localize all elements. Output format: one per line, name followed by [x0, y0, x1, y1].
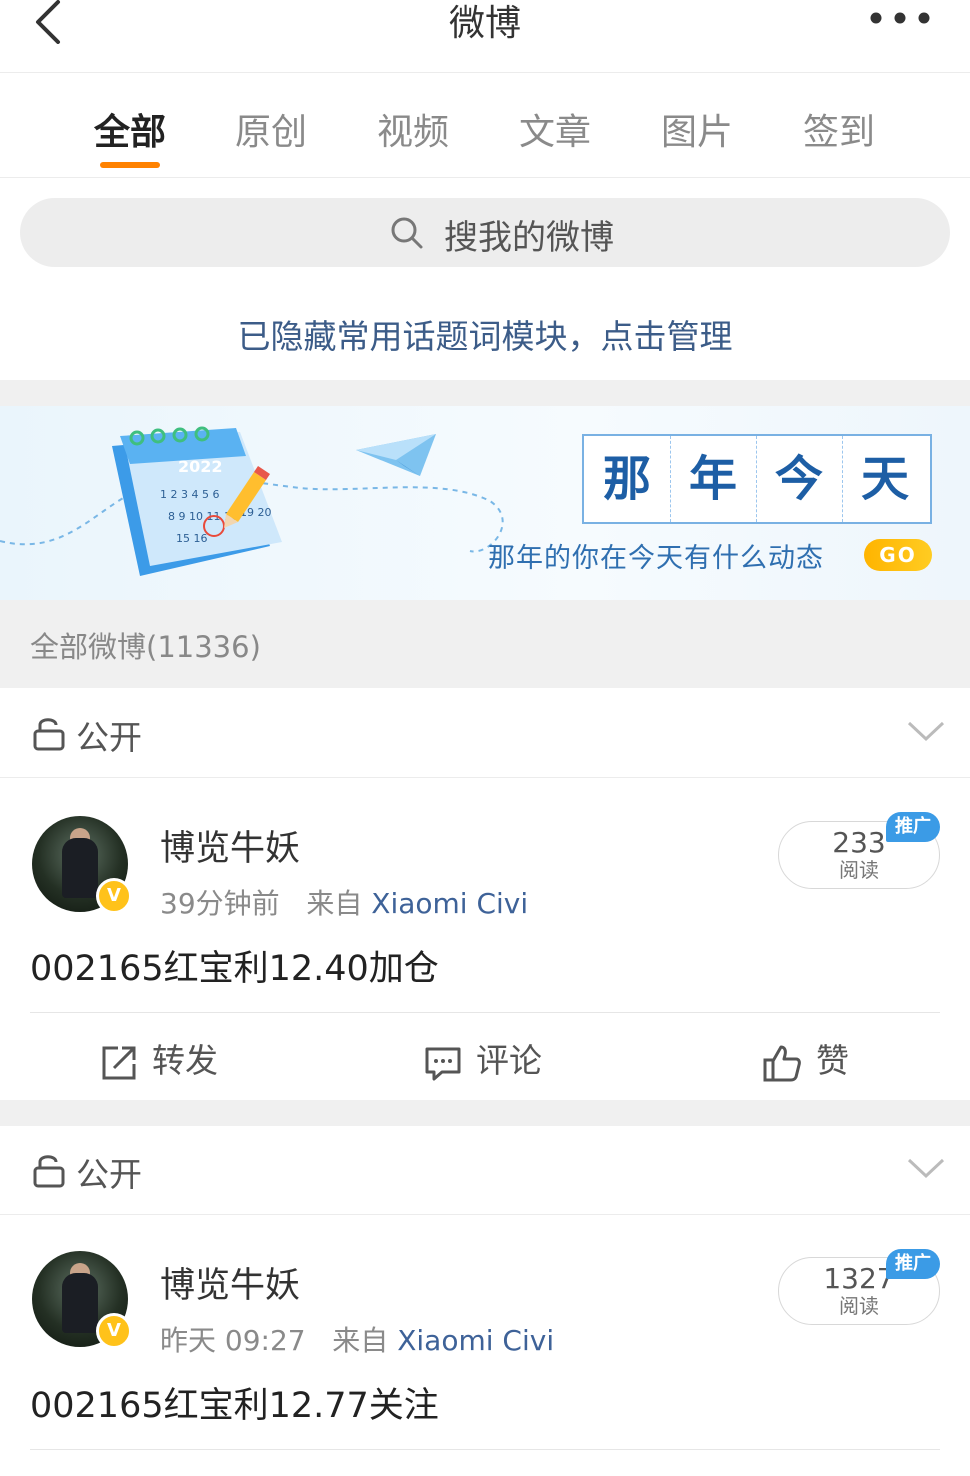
post-card: V 博览牛妖 39分钟前 来自 Xiaomi Civi 233 阅读 推广 00… — [0, 778, 970, 1100]
post-time: 昨天 09:27 — [160, 1324, 306, 1357]
post-text[interactable]: 002165红宝利12.40加仓 — [30, 940, 439, 991]
divider — [30, 1449, 940, 1450]
chevron-down-icon[interactable] — [906, 1156, 946, 1180]
chevron-down-icon[interactable] — [906, 719, 946, 743]
banner-title-char: 今 — [756, 436, 843, 522]
section-divider — [0, 380, 970, 406]
banner-subtitle: 那年的你在今天有什么动态 — [488, 543, 824, 574]
divider — [30, 1012, 940, 1013]
visibility-label: 公开 — [76, 1155, 142, 1194]
go-button[interactable]: GO — [864, 539, 932, 571]
more-icon[interactable] — [868, 10, 932, 26]
verified-badge: V — [96, 1313, 132, 1349]
visibility-row[interactable]: 公开 — [0, 1126, 970, 1215]
paper-plane-icon — [356, 434, 436, 476]
post-text[interactable]: 002165红宝利12.77关注 — [30, 1377, 439, 1428]
calendar-year: 2022 — [178, 457, 223, 476]
repost-label: 转发 — [152, 1041, 218, 1080]
tab-checkin[interactable]: 签到 — [779, 103, 899, 155]
on-this-day-banner[interactable]: 2022 1 2 3 4 5 6 8 9 10 11 12 15 16 19 2… — [0, 406, 970, 600]
active-tab-indicator — [100, 162, 160, 168]
page-title: 微博 — [448, 3, 521, 44]
lock-icon — [33, 718, 65, 751]
topic-module-notice[interactable]: 已隐藏常用话题词模块，点击管理 — [0, 310, 970, 358]
username[interactable]: 博览牛妖 — [160, 820, 300, 871]
svg-text:1 2 3 4 5 6: 1 2 3 4 5 6 — [160, 488, 219, 501]
search-placeholder: 搜我的微博 — [444, 218, 614, 258]
source-prefix: 来自 — [306, 887, 363, 920]
calendar-icon: 2022 1 2 3 4 5 6 8 9 10 11 12 15 16 19 2… — [112, 426, 282, 576]
search-input[interactable]: 搜我的微博 — [20, 198, 950, 267]
repost-icon — [102, 1046, 136, 1079]
banner-title-char: 那 — [584, 436, 671, 522]
source-prefix: 来自 — [332, 1324, 389, 1357]
tab-all[interactable]: 全部 — [70, 103, 190, 155]
tab-article[interactable]: 文章 — [495, 103, 615, 155]
verified-badge: V — [96, 878, 132, 914]
comment-button[interactable]: 评论 — [424, 1034, 542, 1082]
read-label: 阅读 — [839, 1294, 879, 1318]
tab-image[interactable]: 图片 — [637, 103, 757, 155]
post-meta: 昨天 09:27 来自 Xiaomi Civi — [160, 1319, 554, 1359]
like-icon — [763, 1045, 801, 1081]
post-time: 39分钟前 — [160, 887, 280, 920]
post-card: V 博览牛妖 昨天 09:27 来自 Xiaomi Civi 1327 阅读 推… — [0, 1215, 970, 1476]
visibility-label: 公开 — [76, 718, 142, 757]
post-source[interactable]: Xiaomi Civi — [397, 1324, 554, 1357]
repost-button[interactable]: 转发 — [100, 1034, 218, 1082]
post-meta: 39分钟前 来自 Xiaomi Civi — [160, 882, 528, 922]
promote-badge[interactable]: 推广 — [886, 1249, 940, 1279]
tab-original[interactable]: 原创 — [211, 103, 331, 155]
like-button[interactable]: 赞 — [762, 1034, 849, 1083]
weibo-count-label: 全部微博(11336) — [30, 630, 261, 664]
promote-badge[interactable]: 推广 — [886, 812, 940, 842]
weibo-count-bar: 全部微博(11336) — [0, 600, 970, 688]
read-label: 阅读 — [839, 858, 879, 882]
visibility-row[interactable]: 公开 — [0, 689, 970, 778]
like-label: 赞 — [816, 1041, 849, 1080]
tab-video[interactable]: 视频 — [353, 103, 473, 155]
lock-icon — [33, 1155, 65, 1188]
comment-icon — [425, 1047, 461, 1080]
username[interactable]: 博览牛妖 — [160, 1257, 300, 1308]
svg-text:15 16: 15 16 — [176, 532, 208, 545]
comment-label: 评论 — [476, 1041, 542, 1080]
banner-title-char: 天 — [860, 451, 909, 507]
banner-title-char: 年 — [670, 436, 757, 522]
header-bar: 微博 — [0, 0, 970, 73]
post-separator — [0, 1100, 970, 1126]
post-source[interactable]: Xiaomi Civi — [371, 887, 528, 920]
banner-title: 那 年 今 天 — [582, 434, 932, 524]
search-icon — [391, 217, 423, 249]
